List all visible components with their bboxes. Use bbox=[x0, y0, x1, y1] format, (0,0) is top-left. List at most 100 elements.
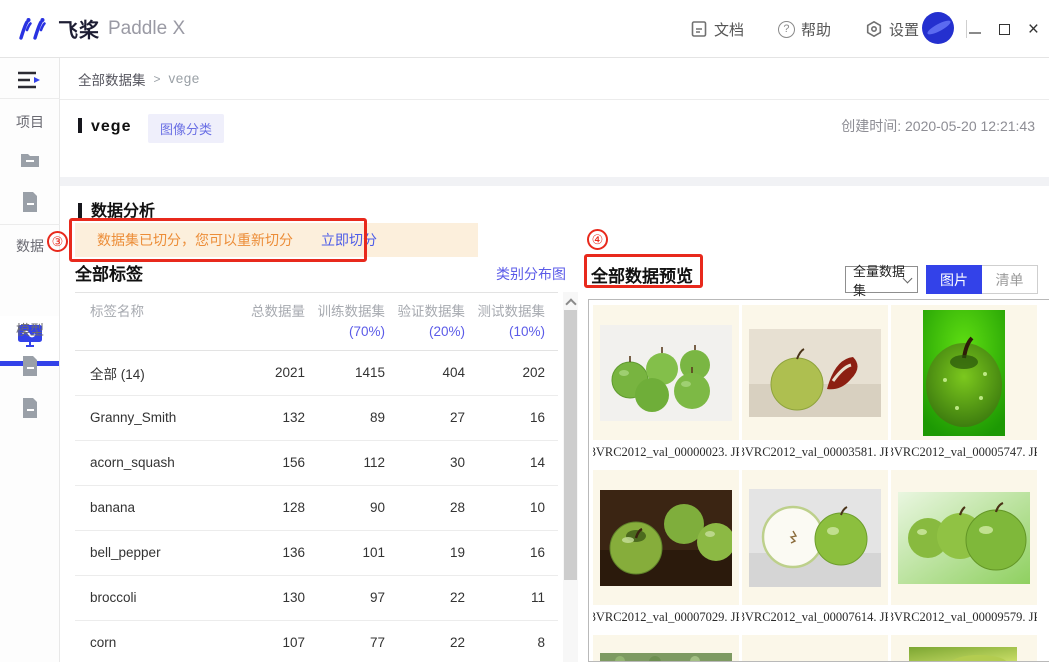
preview-panel: 3VRC2012_val_00000023. JP 3VRC2012_val_0… bbox=[588, 299, 1049, 662]
preview-image bbox=[593, 305, 739, 440]
table-row: banana 128 90 28 10 bbox=[75, 486, 558, 531]
table-row: corn 107 77 22 8 bbox=[75, 621, 558, 662]
preview-image bbox=[742, 305, 888, 440]
preview-card[interactable]: 3VRC2012_val_00009579. JP bbox=[891, 470, 1037, 629]
preview-image bbox=[891, 305, 1037, 440]
table-cell: bell_pepper bbox=[75, 545, 233, 560]
table-row: acorn_squash 156 112 30 14 bbox=[75, 441, 558, 486]
preview-image bbox=[742, 470, 888, 605]
preview-image-partial bbox=[891, 635, 1037, 662]
table-cell: 128 bbox=[233, 500, 313, 515]
preview-image-partial bbox=[742, 635, 888, 662]
preview-card[interactable] bbox=[891, 635, 1037, 662]
breadcrumb: 全部数据集 > vege bbox=[60, 58, 1049, 100]
preview-image-partial bbox=[593, 635, 739, 662]
title-marker bbox=[78, 118, 82, 133]
preview-card[interactable]: 3VRC2012_val_00005747. JP bbox=[891, 305, 1037, 464]
folder-icon[interactable] bbox=[18, 148, 42, 172]
nav-docs-label: 文档 bbox=[714, 19, 744, 40]
table-cell: 132 bbox=[233, 410, 313, 425]
breadcrumb-parent[interactable]: 全部数据集 bbox=[78, 69, 146, 89]
table-cell: 22 bbox=[393, 590, 473, 605]
window-controls: × bbox=[969, 0, 1039, 58]
table-cell: 136 bbox=[233, 545, 313, 560]
top-nav: 文档 ? 帮助 设置 bbox=[690, 0, 919, 58]
split-status-banner: 数据集已切分，您可以重新切分 立即切分 bbox=[75, 223, 478, 257]
table-cell: 202 bbox=[473, 365, 553, 380]
sidebar-section-project: 项目 bbox=[0, 112, 60, 132]
breadcrumb-current: vege bbox=[169, 71, 200, 86]
preview-card[interactable]: 3VRC2012_val_00003581. JP bbox=[742, 305, 888, 464]
table-cell: corn bbox=[75, 635, 233, 650]
analysis-section-title: 数据分析 bbox=[78, 197, 155, 221]
preview-card[interactable] bbox=[742, 635, 888, 662]
table-cell: 16 bbox=[473, 410, 553, 425]
data-preview-title: 全部数据预览 bbox=[591, 262, 693, 287]
split-status-message: 数据集已切分，您可以重新切分 bbox=[97, 230, 293, 250]
preview-card[interactable]: 3VRC2012_val_00000023. JP bbox=[593, 305, 739, 464]
user-avatar[interactable] bbox=[922, 12, 954, 44]
minimize-icon[interactable] bbox=[969, 32, 981, 34]
annotation-circle-4: ④ bbox=[587, 229, 608, 250]
dataset-title: vege bbox=[78, 118, 131, 136]
preview-filename: 3VRC2012_val_00007029. JP bbox=[593, 605, 739, 629]
col-header-val: 验证数据集(20%) bbox=[393, 302, 473, 343]
view-toggle-image[interactable]: 图片 bbox=[926, 265, 982, 294]
preview-filename: 3VRC2012_val_00005747. JP bbox=[891, 440, 1037, 464]
view-toggle: 图片 清单 bbox=[926, 265, 1038, 294]
table-cell: 16 bbox=[473, 545, 553, 560]
table-cell: 22 bbox=[393, 635, 473, 650]
preview-card[interactable]: 3VRC2012_val_00007614. JP bbox=[742, 470, 888, 629]
close-icon[interactable]: × bbox=[1028, 20, 1039, 39]
nav-settings[interactable]: 设置 bbox=[865, 19, 919, 40]
table-row: broccoli 130 97 22 11 bbox=[75, 576, 558, 621]
maximize-icon[interactable] bbox=[999, 24, 1010, 35]
table-cell: 全部 (14) bbox=[75, 363, 233, 383]
scroll-up-icon[interactable] bbox=[566, 297, 574, 305]
document-icon bbox=[690, 20, 708, 38]
table-cell: broccoli bbox=[75, 590, 233, 605]
table-header-row: 标签名称 总数据量 训练数据集(70%) 验证数据集(20%) 测试数据集(10… bbox=[75, 293, 558, 351]
table-cell: 77 bbox=[313, 635, 393, 650]
sidebar-divider bbox=[0, 224, 60, 225]
preview-image bbox=[891, 470, 1037, 605]
menu-toggle-icon[interactable] bbox=[16, 70, 42, 90]
col-header-total: 总数据量 bbox=[233, 302, 313, 343]
nav-help[interactable]: ? 帮助 bbox=[778, 19, 831, 40]
preview-card[interactable] bbox=[593, 635, 739, 662]
table-row: bell_pepper 136 101 19 16 bbox=[75, 531, 558, 576]
gear-icon bbox=[865, 20, 883, 38]
nav-docs[interactable]: 文档 bbox=[690, 19, 744, 40]
file-icon-1[interactable] bbox=[18, 190, 42, 214]
preview-card[interactable]: 3VRC2012_val_00007029. JP bbox=[593, 470, 739, 629]
dataset-type-badge: 图像分类 bbox=[148, 114, 224, 143]
table-scrollbar[interactable] bbox=[563, 292, 578, 662]
col-header-train: 训练数据集(70%) bbox=[313, 302, 393, 343]
resplit-link[interactable]: 立即切分 bbox=[321, 230, 377, 250]
title-marker bbox=[78, 203, 82, 218]
dataset-filter-select[interactable]: 全量数据集 bbox=[845, 266, 918, 293]
table-cell: 27 bbox=[393, 410, 473, 425]
window-separator bbox=[966, 20, 967, 38]
sidebar-section-model: 模型 bbox=[0, 320, 60, 340]
paddle-logo: 飞桨 Paddle X bbox=[18, 14, 185, 43]
table-cell: 28 bbox=[393, 500, 473, 515]
file-icon-2[interactable] bbox=[18, 354, 42, 378]
table-cell: 2021 bbox=[233, 365, 313, 380]
data-analysis-card: 数据分析 数据集已切分，您可以重新切分 立即切分 ③ 全部标签 类别分布图 标签… bbox=[60, 186, 1049, 662]
table-cell: 130 bbox=[233, 590, 313, 605]
breadcrumb-separator: > bbox=[154, 72, 161, 86]
view-toggle-list[interactable]: 清单 bbox=[982, 265, 1038, 294]
table-cell: 89 bbox=[313, 410, 393, 425]
table-cell: Granny_Smith bbox=[75, 410, 233, 425]
preview-filename: 3VRC2012_val_00000023. JP bbox=[593, 440, 739, 464]
file-icon-3[interactable] bbox=[18, 396, 42, 420]
preview-filename: 3VRC2012_val_00003581. JP bbox=[742, 440, 888, 464]
table-scrollbar-thumb[interactable] bbox=[564, 310, 577, 580]
help-icon: ? bbox=[778, 21, 795, 38]
table-cell: 97 bbox=[313, 590, 393, 605]
table-row: Granny_Smith 132 89 27 16 bbox=[75, 396, 558, 441]
class-distribution-link[interactable]: 类别分布图 bbox=[496, 264, 566, 284]
nav-help-label: 帮助 bbox=[801, 19, 831, 40]
all-labels-title: 全部标签 bbox=[75, 260, 143, 285]
